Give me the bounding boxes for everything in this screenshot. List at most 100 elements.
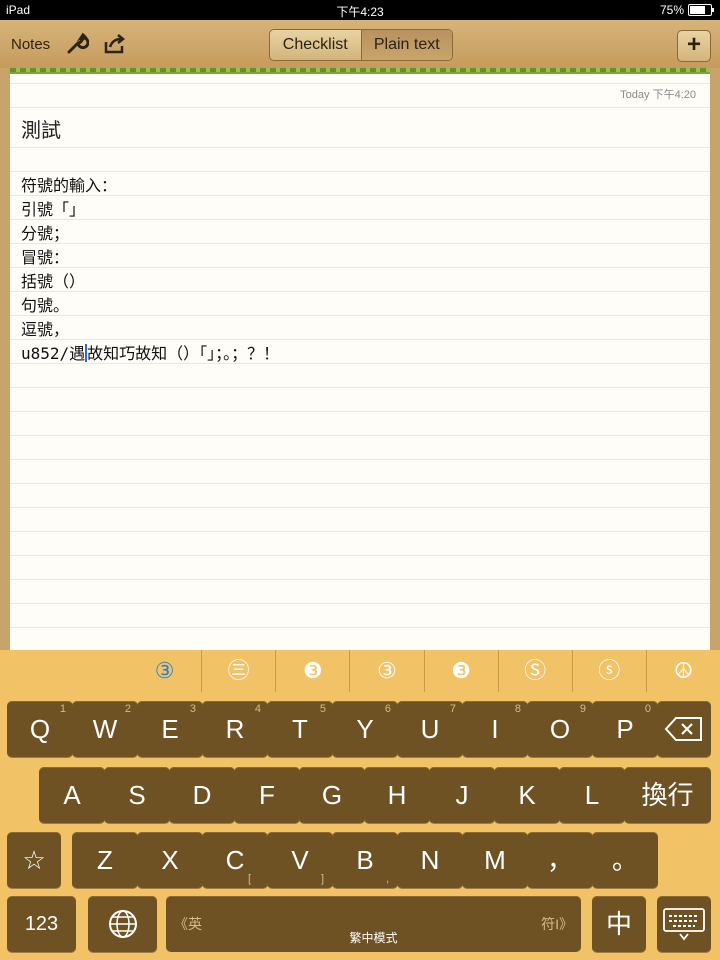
star-key[interactable]: ☆ bbox=[7, 832, 61, 888]
key-o[interactable]: O9 bbox=[527, 701, 593, 757]
key-j[interactable]: J bbox=[429, 767, 495, 823]
key-z[interactable]: Z bbox=[72, 832, 138, 888]
key-x[interactable]: X bbox=[137, 832, 203, 888]
battery-fill bbox=[690, 6, 705, 14]
key-v[interactable]: V] bbox=[267, 832, 333, 888]
backspace-icon bbox=[664, 717, 702, 741]
key-label: X bbox=[161, 845, 179, 875]
candidate-item[interactable]: ❸ bbox=[275, 650, 349, 692]
tab-plain-text[interactable]: Plain text bbox=[360, 30, 452, 60]
notes-button[interactable]: Notes bbox=[11, 36, 50, 53]
key-label: I bbox=[491, 714, 499, 744]
input-mode-label: 繁中模式 bbox=[349, 931, 398, 945]
key-p[interactable]: P0 bbox=[592, 701, 658, 757]
candidate-item[interactable]: Ⓢ bbox=[497, 650, 572, 692]
key-h[interactable]: H bbox=[364, 767, 430, 823]
key-number: 7 bbox=[449, 703, 456, 715]
candidate-item[interactable]: ③ bbox=[128, 650, 201, 692]
key-c[interactable]: C[ bbox=[202, 832, 268, 888]
key-l[interactable]: L bbox=[559, 767, 625, 823]
view-mode-segmented-control: Checklist Plain text bbox=[269, 29, 453, 61]
key-sub: ] bbox=[320, 873, 324, 885]
key-label: M bbox=[484, 845, 506, 875]
note-line: 分號； bbox=[21, 224, 70, 243]
key-number: 9 bbox=[579, 703, 586, 715]
return-key[interactable]: 換行 bbox=[624, 767, 711, 823]
add-note-button[interactable]: + bbox=[677, 30, 711, 62]
backspace-key[interactable] bbox=[657, 701, 711, 757]
note-editor[interactable]: Today 下午4:20 測試 符號的輸入： 引號「」 分號； 冒號： 括號（）… bbox=[10, 68, 710, 666]
key-n[interactable]: N bbox=[397, 832, 463, 888]
chinese-mode-key[interactable]: 中 bbox=[592, 896, 646, 952]
period-key[interactable]: 。 bbox=[592, 832, 658, 888]
note-line: 逗號， bbox=[21, 320, 70, 339]
key-e[interactable]: E3 bbox=[137, 701, 203, 757]
key-t[interactable]: T5 bbox=[267, 701, 333, 757]
comma-key[interactable]: ， bbox=[527, 832, 593, 888]
candidate-item[interactable]: ❸ bbox=[423, 650, 498, 692]
candidate-item[interactable]: ☮ bbox=[645, 650, 720, 692]
key-number: 8 bbox=[514, 703, 521, 715]
status-bar: iPad 下午4:23 75% bbox=[0, 0, 720, 20]
battery-percent: 75% bbox=[659, 3, 684, 17]
key-r[interactable]: R4 bbox=[202, 701, 268, 757]
share-icon[interactable] bbox=[103, 32, 127, 56]
key-m[interactable]: M bbox=[462, 832, 528, 888]
key-b[interactable]: B, bbox=[332, 832, 398, 888]
clock: 下午4:23 bbox=[336, 5, 384, 19]
key-f[interactable]: F bbox=[234, 767, 300, 823]
dismiss-keyboard-key[interactable] bbox=[657, 896, 711, 952]
candidate-item[interactable]: ③ bbox=[349, 650, 423, 692]
keyboard-dismiss-icon bbox=[663, 908, 705, 941]
key-s[interactable]: S bbox=[104, 767, 170, 823]
globe-key[interactable] bbox=[88, 896, 157, 952]
note-line: 符號的輸入： bbox=[21, 176, 118, 195]
note-line: 句號。 bbox=[21, 296, 70, 315]
key-label: P bbox=[616, 714, 634, 744]
note-body[interactable]: 符號的輸入： 引號「」 分號； 冒號： 括號（） 句號。 逗號， u852/遇故… bbox=[21, 174, 279, 366]
space-key[interactable]: 《英 符I》 繁中模式 bbox=[166, 896, 581, 952]
note-timestamp: Today 下午4:20 bbox=[620, 89, 696, 101]
key-label: U bbox=[420, 714, 440, 744]
candidate-item[interactable]: ㊂ bbox=[201, 650, 275, 692]
key-label: R bbox=[225, 714, 245, 744]
candidate-bar: ③ ㊂ ❸ ③ ❸ Ⓢ ⓢ ☮ bbox=[128, 650, 720, 692]
text-after-cursor: 故知巧故知（）「」；。；？！ bbox=[87, 344, 280, 363]
key-q[interactable]: Q1 bbox=[7, 701, 73, 757]
key-d[interactable]: D bbox=[169, 767, 235, 823]
note-title[interactable]: 測試 bbox=[21, 114, 61, 143]
note-input-line: u852/遇 故知巧故知（）「」；。；？！ bbox=[21, 342, 279, 366]
key-label: E bbox=[161, 714, 179, 744]
paper-binding bbox=[10, 68, 710, 72]
key-number: 1 bbox=[59, 703, 66, 715]
key-label: Z bbox=[97, 845, 113, 875]
candidate-item[interactable]: ⓢ bbox=[571, 650, 646, 692]
key-label: B bbox=[356, 845, 374, 875]
wrench-icon[interactable] bbox=[65, 32, 90, 56]
battery-icon bbox=[688, 4, 714, 16]
key-label: T bbox=[292, 714, 308, 744]
key-y[interactable]: Y6 bbox=[332, 701, 398, 757]
note-line: 引號「」 bbox=[21, 200, 86, 219]
key-w[interactable]: W2 bbox=[72, 701, 138, 757]
key-g[interactable]: G bbox=[299, 767, 365, 823]
key-label: W bbox=[92, 714, 118, 744]
keyboard: ③ ㊂ ❸ ③ ❸ Ⓢ ⓢ ☮ Q1 W2 E3 R4 T5 Y6 U7 I8 … bbox=[0, 650, 720, 960]
key-k[interactable]: K bbox=[494, 767, 560, 823]
toolbar: Notes Checklist Plain text + bbox=[0, 20, 720, 68]
text-before-cursor: u852/遇 bbox=[21, 344, 86, 363]
key-label: C bbox=[225, 845, 245, 875]
key-label: V bbox=[291, 845, 309, 875]
key-u[interactable]: U7 bbox=[397, 701, 463, 757]
key-label: Q bbox=[29, 714, 51, 744]
key-i[interactable]: I8 bbox=[462, 701, 528, 757]
key-sub: [ bbox=[248, 873, 252, 885]
key-number: 4 bbox=[254, 703, 261, 715]
key-number: 0 bbox=[644, 703, 651, 715]
numbers-key[interactable]: 123 bbox=[7, 896, 76, 952]
key-a[interactable]: A bbox=[39, 767, 105, 823]
key-number: 5 bbox=[319, 703, 326, 715]
key-label: O bbox=[549, 714, 571, 744]
key-label: N bbox=[420, 845, 440, 875]
tab-checklist[interactable]: Checklist bbox=[270, 30, 361, 60]
